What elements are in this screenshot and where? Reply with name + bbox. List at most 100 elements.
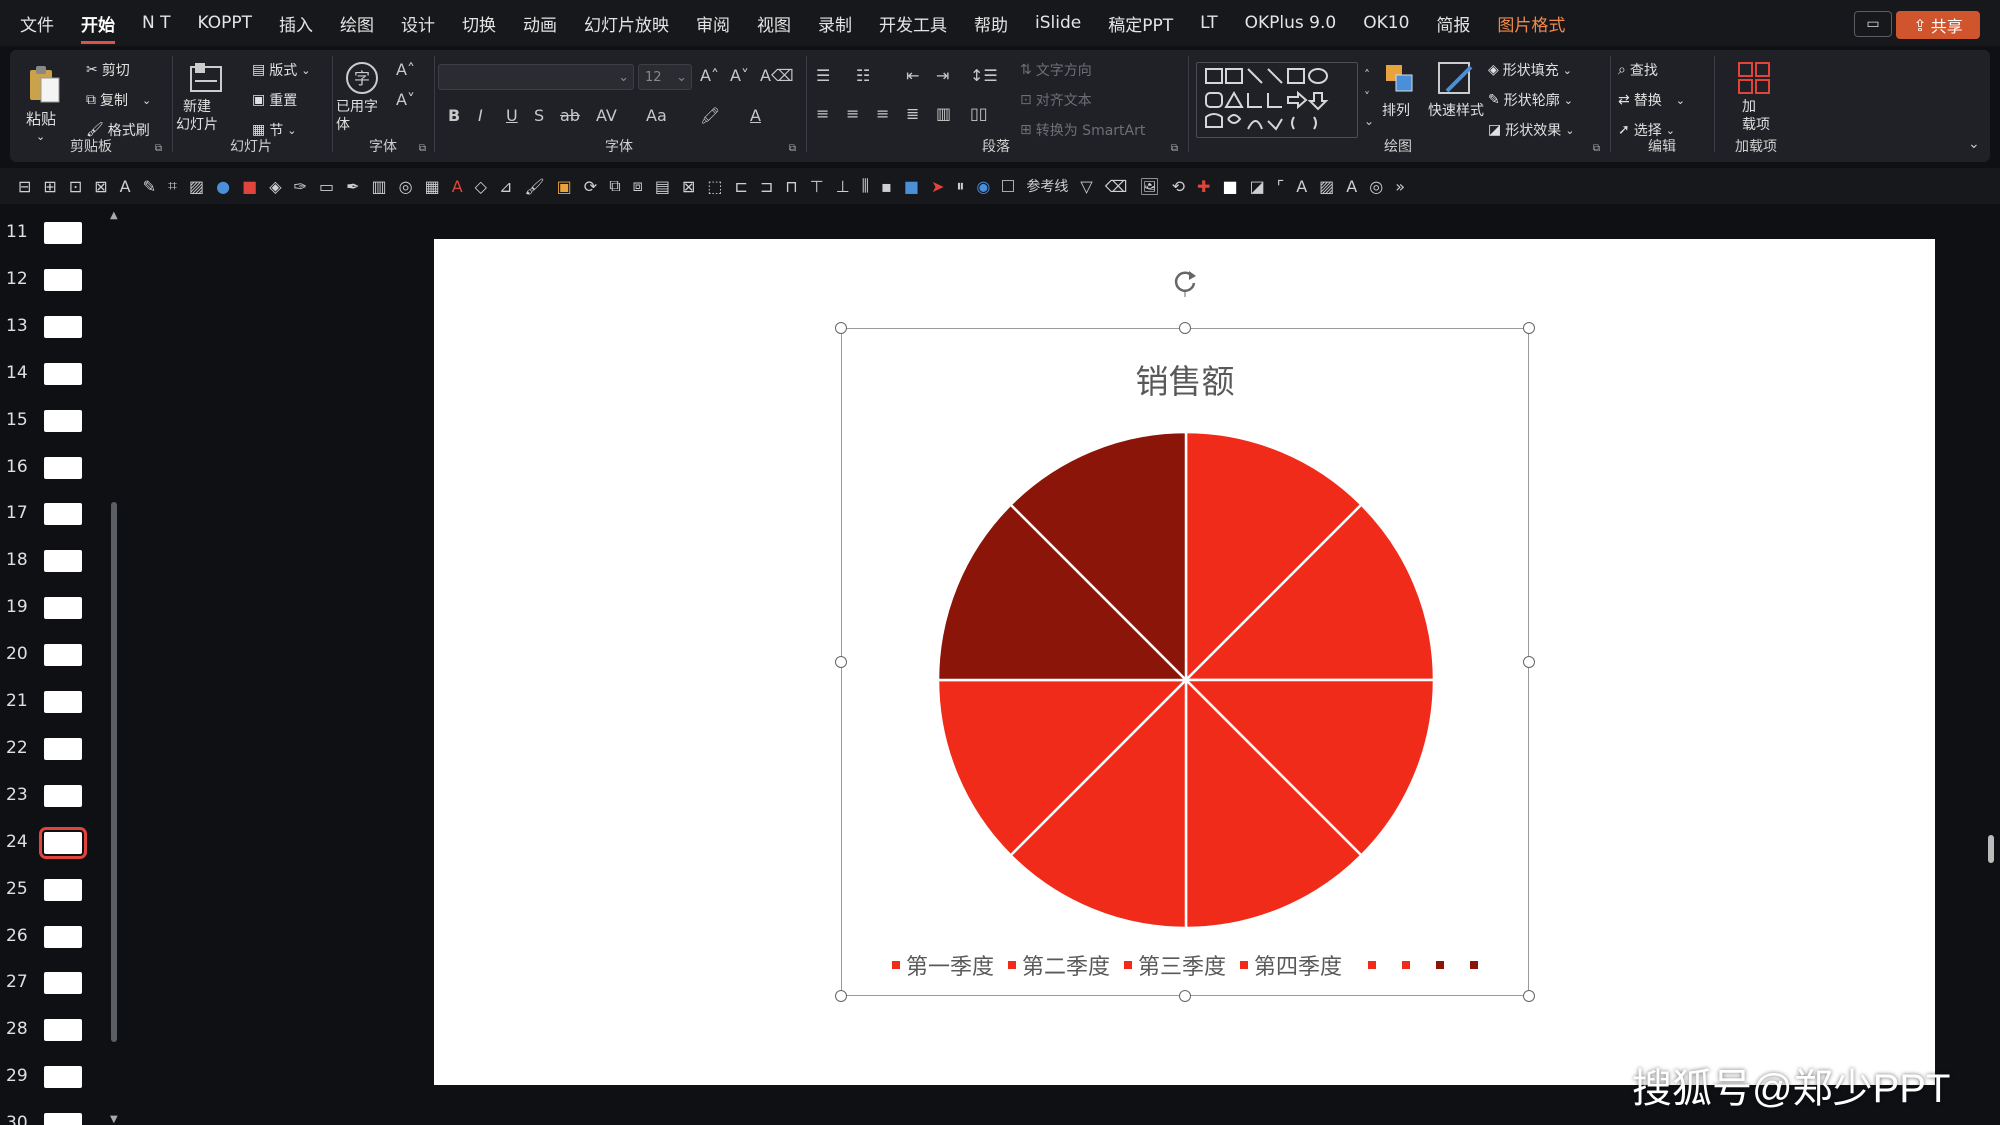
fill-color-icon[interactable]: ■ [242,177,257,196]
slide-thumbnail[interactable]: 17 [0,497,100,537]
slide-thumbnail[interactable]: 26 [0,920,100,960]
table-icon[interactable]: ▦ [425,177,440,196]
legend-entry[interactable] [1436,961,1445,969]
menu-tab[interactable]: 开发工具 [879,11,947,36]
legend-entry[interactable]: 第一季度 [892,949,994,981]
paste-icon[interactable] [26,62,62,106]
shape-outline-button[interactable]: ✎ 形状轮廓 ⌄ [1488,90,1573,110]
new-slide-button[interactable]: 新建 幻灯片 [176,98,218,134]
arrange-button[interactable]: 排列 [1382,100,1410,120]
menu-tab[interactable]: 开始 [81,11,115,44]
crop-fill-icon[interactable]: ⊿ [499,177,512,196]
align-left-icon[interactable]: ≡ [816,104,829,123]
editor-scrollbar[interactable] [1986,220,1996,1115]
text-direction-button[interactable]: ⇅ 文字方向 [1020,60,1092,80]
group-icon[interactable]: ▤ [655,177,670,196]
menu-tab[interactable]: 设计 [401,11,435,36]
legend-entry[interactable]: 第四季度 [1240,949,1342,981]
paragraph-launcher-icon[interactable]: ⧉ [1171,143,1178,154]
send-back-icon[interactable]: ⧈ [633,176,643,196]
quick-styles-icon[interactable] [1436,60,1476,98]
menu-tab[interactable]: 动画 [523,11,557,36]
drawing-launcher-icon[interactable]: ⧉ [1593,143,1600,154]
bold-icon[interactable]: B [448,106,460,125]
rotate-icon[interactable]: ⟲ [1172,177,1185,196]
resize-handle-left[interactable] [835,656,847,668]
copy-button[interactable]: ⧉ 复制 ⌄ [86,90,151,110]
line-spacing-icon[interactable]: ↕☰ [970,66,998,85]
menu-tab[interactable]: N T [142,13,171,33]
menu-tab[interactable]: LT [1200,13,1218,33]
comments-button[interactable]: ▭ [1854,11,1892,37]
circle-blue-icon[interactable]: ◉ [976,177,990,196]
character-spacing-icon[interactable]: AV [596,106,617,125]
slide-thumbnail[interactable]: 29 [0,1060,100,1100]
menu-tab[interactable]: 文件 [20,11,54,36]
outline-icon[interactable]: ▭ [319,177,334,196]
italic-icon[interactable]: I [478,106,483,125]
columns-icon[interactable]: ▯▯ [970,104,988,123]
arrange-icon[interactable] [1382,62,1418,96]
used-fonts-launcher-icon[interactable]: ⧉ [419,143,426,154]
align-icon[interactable]: ⊟ [18,177,31,196]
merge-shapes-icon[interactable]: ◎ [1369,177,1383,196]
shadow-icon[interactable]: S [534,106,544,125]
shape-icon[interactable]: ▪ [881,177,892,196]
slide-thumbnail[interactable]: 16 [0,451,100,491]
resize-handle-top[interactable] [1179,322,1191,334]
menu-tab[interactable]: iSlide [1035,13,1081,33]
underline-icon[interactable]: U [506,106,518,125]
shape-dropdown-icon[interactable]: ▽ [1080,177,1092,196]
align-right-icon[interactable]: ⊐ [760,177,773,196]
eyedropper-outline-icon[interactable]: ✒ [346,177,359,196]
slide-thumbnail[interactable]: 23 [0,779,100,819]
chart-icon[interactable]: ▥ [371,177,386,196]
align-left-icon[interactable]: ⊏ [734,177,747,196]
slide-thumbnail[interactable]: 15 [0,404,100,444]
menu-tab[interactable]: 简报 [1436,11,1470,36]
text-frame-icon[interactable]: A [1296,177,1307,196]
shape-fill-button[interactable]: ◈ 形状填充 ⌄ [1488,60,1572,80]
resize-handle-top-right[interactable] [1523,322,1535,334]
menu-tab[interactable]: 稿定PPT [1108,11,1173,36]
gallery-up-icon[interactable]: ˄ [1364,68,1370,82]
menu-tab[interactable]: 审阅 [696,11,730,36]
circle-shape-icon[interactable]: ● [216,177,230,196]
scroll-down-icon[interactable]: ▼ [110,1114,118,1125]
align-text-button[interactable]: ⊡ 对齐文本 [1020,90,1092,110]
resize-handle-right[interactable] [1523,656,1535,668]
font-launcher-icon[interactable]: ⧉ [789,143,796,154]
clipboard-launcher-icon[interactable]: ⧉ [155,143,162,154]
menu-tab[interactable]: 图片格式 [1497,11,1565,36]
menu-tab[interactable]: 插入 [279,11,313,36]
shrink-font-icon[interactable]: A˅ [730,66,749,85]
square-blue-icon[interactable]: ■ [904,177,919,196]
slide-thumbnail[interactable]: 11 [0,216,100,256]
editor-scrollbar-thumb[interactable] [1988,835,1994,863]
gallery-down-icon[interactable]: ˅ [1364,90,1370,104]
decrease-indent-icon[interactable]: ⇤ [906,66,919,85]
font-size-select[interactable]: 12 ⌄ [638,64,692,90]
increase-indent-icon[interactable]: ⇥ [936,66,949,85]
paste-button[interactable]: 粘贴 [26,108,56,129]
slide-thumbnail[interactable]: 24 [0,826,100,866]
chart-object[interactable]: 销售额 第一季度 第二季度 第三季度 第四季度 [841,328,1529,996]
select-pane-icon[interactable]: ⬚ [707,177,722,196]
gallery-more-icon[interactable]: ⌄ [1364,114,1374,128]
font-color-icon[interactable]: A [750,106,761,125]
align-middle-icon[interactable]: ⊓ [785,177,797,196]
distribute-h-icon[interactable]: ⫼ [862,176,869,196]
resize-handle-bottom[interactable] [1179,990,1191,1002]
justify-icon[interactable]: ≣ [906,104,919,123]
slide-thumbnail[interactable]: 13 [0,310,100,350]
arrow-red-icon[interactable]: ➤ [931,177,944,196]
bring-front-icon[interactable]: ⧉ [609,176,620,196]
ungroup-icon[interactable]: ⊠ [682,177,695,196]
distributed-icon[interactable]: ▥ [936,104,951,123]
addins-button[interactable]: 加 载项 [1742,98,1770,134]
textbox-icon[interactable]: ⊡ [69,177,82,196]
menu-tab[interactable]: 切换 [462,11,496,36]
crop-icon[interactable]: ⊠ [94,177,107,196]
corner-icon[interactable]: ⌜ [1277,177,1285,196]
menu-tab[interactable]: KOPPT [198,13,253,33]
